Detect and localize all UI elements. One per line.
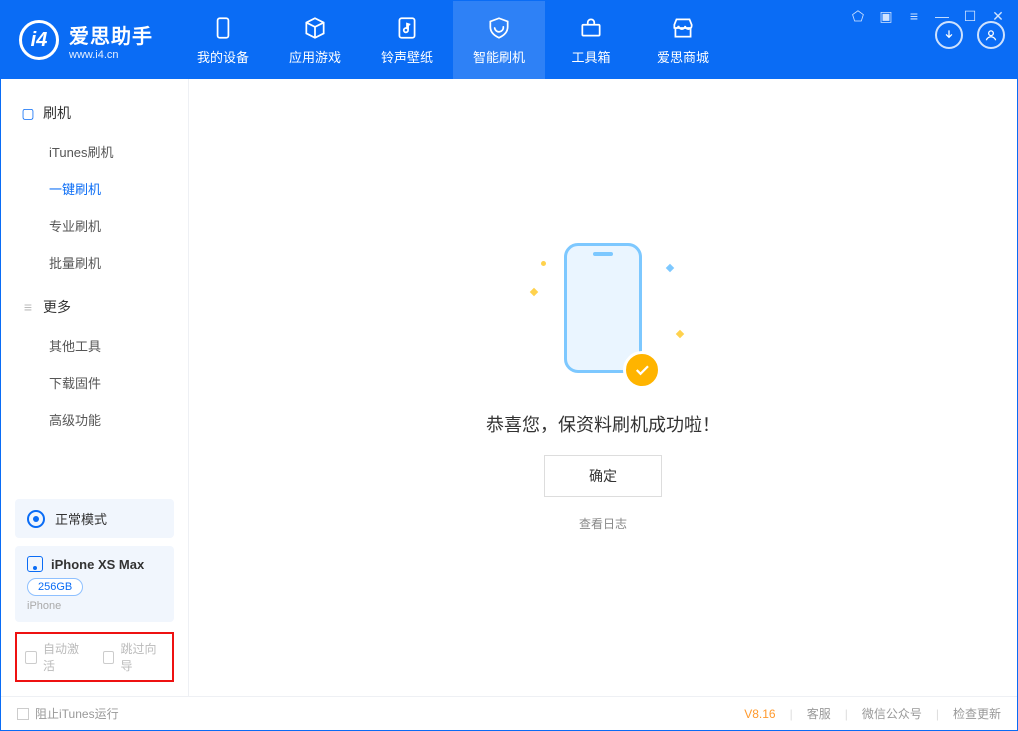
- note-icon[interactable]: ▣: [877, 7, 895, 25]
- sidebar-item-other-tools[interactable]: 其他工具: [1, 327, 188, 364]
- check-badge-icon: [623, 351, 661, 389]
- confirm-button[interactable]: 确定: [544, 455, 662, 497]
- checkbox-icon: [25, 651, 37, 664]
- footer: 阻止iTunes运行 V8.16 | 客服 | 微信公众号 | 检查更新: [1, 696, 1017, 730]
- main-nav: 我的设备 应用游戏 铃声壁纸 智能刷机 工具箱 爱思商城: [177, 1, 729, 79]
- sidebar-item-advanced[interactable]: 高级功能: [1, 401, 188, 438]
- device-type: iPhone: [27, 600, 162, 612]
- nav-toolbox[interactable]: 工具箱: [545, 1, 637, 79]
- shield-refresh-icon: [486, 15, 512, 41]
- footer-link-wechat[interactable]: 微信公众号: [862, 705, 922, 722]
- shirt-icon[interactable]: ⬠: [849, 7, 867, 25]
- app-url: www.i4.cn: [69, 49, 153, 61]
- menu-icon[interactable]: ≡: [905, 7, 923, 25]
- note-file-icon: [394, 15, 420, 41]
- device-card[interactable]: iPhone XS Max 256GB iPhone: [15, 546, 174, 622]
- sidebar-bottom: 正常模式 iPhone XS Max 256GB iPhone 自动激活: [1, 491, 188, 696]
- device-name: iPhone XS Max: [51, 557, 144, 572]
- success-message: 恭喜您，保资料刷机成功啦！: [486, 411, 720, 437]
- cube-icon: [302, 15, 328, 41]
- nav-smart-flash[interactable]: 智能刷机: [453, 1, 545, 79]
- titlebar: ⬠ ▣ ≡ — ☐ ✕: [849, 7, 1007, 25]
- phone-outline-icon: ▢: [21, 106, 35, 120]
- mode-label: 正常模式: [55, 509, 107, 528]
- nav-my-device[interactable]: 我的设备: [177, 1, 269, 79]
- options-row: 自动激活 跳过向导: [15, 632, 174, 682]
- footer-link-support[interactable]: 客服: [807, 705, 831, 722]
- header-right: [935, 21, 1005, 59]
- checkbox-icon: [103, 651, 115, 664]
- sidebar-item-batch-flash[interactable]: 批量刷机: [1, 244, 188, 281]
- nav-ringtones[interactable]: 铃声壁纸: [361, 1, 453, 79]
- body: ▢ 刷机 iTunes刷机 一键刷机 专业刷机 批量刷机 ≡ 更多 其他工具 下…: [1, 79, 1017, 696]
- sidebar-section-flash: ▢ 刷机 iTunes刷机 一键刷机 专业刷机 批量刷机: [1, 97, 188, 291]
- store-icon: [670, 15, 696, 41]
- sidebar-item-pro-flash[interactable]: 专业刷机: [1, 207, 188, 244]
- close-button[interactable]: ✕: [989, 7, 1007, 25]
- download-button[interactable]: [935, 21, 963, 49]
- header: ⬠ ▣ ≡ — ☐ ✕ i4 爱思助手 www.i4.cn 我的设备 应用游戏: [1, 1, 1017, 79]
- app-window: ⬠ ▣ ≡ — ☐ ✕ i4 爱思助手 www.i4.cn 我的设备 应用游戏: [0, 0, 1018, 731]
- footer-link-update[interactable]: 检查更新: [953, 705, 1001, 722]
- user-button[interactable]: [977, 21, 1005, 49]
- minimize-button[interactable]: —: [933, 7, 951, 25]
- maximize-button[interactable]: ☐: [961, 7, 979, 25]
- sidebar-head-more: ≡ 更多: [1, 291, 188, 327]
- sidebar-head-flash: ▢ 刷机: [1, 97, 188, 133]
- footer-right: V8.16 | 客服 | 微信公众号 | 检查更新: [744, 705, 1001, 722]
- checkbox-block-itunes[interactable]: 阻止iTunes运行: [17, 705, 119, 722]
- nav-apps-games[interactable]: 应用游戏: [269, 1, 361, 79]
- checkbox-icon: [17, 708, 29, 720]
- nav-store[interactable]: 爱思商城: [637, 1, 729, 79]
- success-illustration: [523, 243, 683, 393]
- sidebar-section-more: ≡ 更多 其他工具 下载固件 高级功能: [1, 291, 188, 448]
- sidebar-item-download-fw[interactable]: 下载固件: [1, 364, 188, 401]
- logo: i4 爱思助手 www.i4.cn: [19, 20, 153, 61]
- content: 恭喜您，保资料刷机成功啦！ 确定 查看日志: [189, 79, 1017, 696]
- device-small-icon: [27, 556, 43, 572]
- app-name: 爱思助手: [69, 20, 153, 49]
- version-label: V8.16: [744, 707, 775, 721]
- sidebar-item-oneclick-flash[interactable]: 一键刷机: [1, 170, 188, 207]
- capacity-badge: 256GB: [27, 578, 83, 596]
- logo-icon: i4: [19, 20, 59, 60]
- toolbox-icon: [578, 15, 604, 41]
- checkbox-skip-guide[interactable]: 跳过向导: [103, 640, 165, 674]
- list-icon: ≡: [21, 300, 35, 314]
- checkbox-auto-activate[interactable]: 自动激活: [25, 640, 87, 674]
- mode-card[interactable]: 正常模式: [15, 499, 174, 538]
- view-log-link[interactable]: 查看日志: [579, 515, 627, 532]
- sidebar: ▢ 刷机 iTunes刷机 一键刷机 专业刷机 批量刷机 ≡ 更多 其他工具 下…: [1, 79, 189, 696]
- sidebar-item-itunes-flash[interactable]: iTunes刷机: [1, 133, 188, 170]
- mode-icon: [27, 510, 45, 528]
- device-icon: [210, 15, 236, 41]
